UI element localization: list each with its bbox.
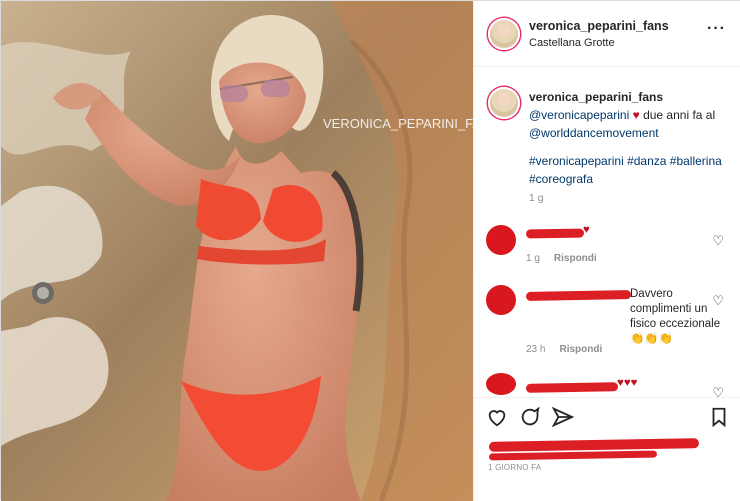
caption-avatar[interactable]	[488, 87, 520, 119]
caption-mention-2[interactable]: @worlddancemovement	[529, 126, 659, 140]
redacted-likes	[488, 438, 700, 452]
instagram-post-window: VERONICA_PEPARINI_FANS veronica_peparini…	[0, 0, 740, 501]
redacted-username	[525, 290, 632, 301]
post-side-panel: veronica_peparini_fans Castellana Grotte…	[473, 1, 740, 501]
comment-like-icon[interactable]: ♡	[712, 233, 724, 249]
bookmark-icon[interactable]	[708, 406, 730, 428]
comment-text: Davvero complimenti un fisico eccezional…	[630, 288, 721, 345]
heart-emoji-icon: ♥	[632, 108, 640, 122]
post-location[interactable]: Castellana Grotte	[529, 37, 615, 49]
redacted-username	[525, 382, 619, 393]
caption-hashtags[interactable]: #veronicapeparini #danza #ballerina #cor…	[529, 152, 734, 188]
more-options-icon[interactable]: ···	[707, 21, 726, 37]
comment-like-icon[interactable]: ♡	[712, 293, 724, 309]
caption-text-rest: due anni fa al	[643, 108, 716, 122]
post-photo-canvas: VERONICA_PEPARINI_FANS	[1, 1, 473, 501]
post-date: 1 GIORNO FA	[488, 463, 542, 472]
comment-avatar[interactable]	[486, 225, 516, 255]
comment-avatar[interactable]	[486, 285, 516, 315]
caption-text: @veronicapeparini ♥ due anni fa al @worl…	[529, 106, 729, 142]
post-header: veronica_peparini_fans Castellana Grotte…	[474, 1, 740, 67]
hearts-emoji-icon: ♥♥♥	[617, 377, 638, 389]
caption-username[interactable]: veronica_peparini_fans	[529, 90, 663, 104]
comment-icon[interactable]	[519, 406, 541, 428]
paper-plane-icon[interactable]	[552, 406, 574, 428]
watermark-text: VERONICA_PEPARINI_FANS	[323, 116, 473, 131]
comment-meta: 1 g Rispondi	[526, 253, 597, 264]
redacted-likes-2	[488, 450, 658, 461]
reply-button[interactable]: Rispondi	[559, 344, 602, 355]
heart-emoji-icon: ♥	[583, 224, 590, 236]
post-username[interactable]: veronica_peparini_fans	[529, 19, 669, 33]
comment-meta: 23 h Rispondi	[526, 344, 603, 355]
profile-avatar[interactable]	[488, 18, 520, 50]
caption-mention[interactable]: @veronicapeparini	[529, 108, 629, 122]
post-photo[interactable]: VERONICA_PEPARINI_FANS	[1, 1, 473, 501]
redacted-username	[525, 228, 585, 239]
caption-time: 1 g	[529, 192, 544, 204]
heart-icon[interactable]	[486, 406, 508, 428]
comment-avatar[interactable]	[486, 373, 516, 395]
post-actions-bar	[474, 397, 740, 433]
reply-button[interactable]: Rispondi	[554, 253, 597, 264]
